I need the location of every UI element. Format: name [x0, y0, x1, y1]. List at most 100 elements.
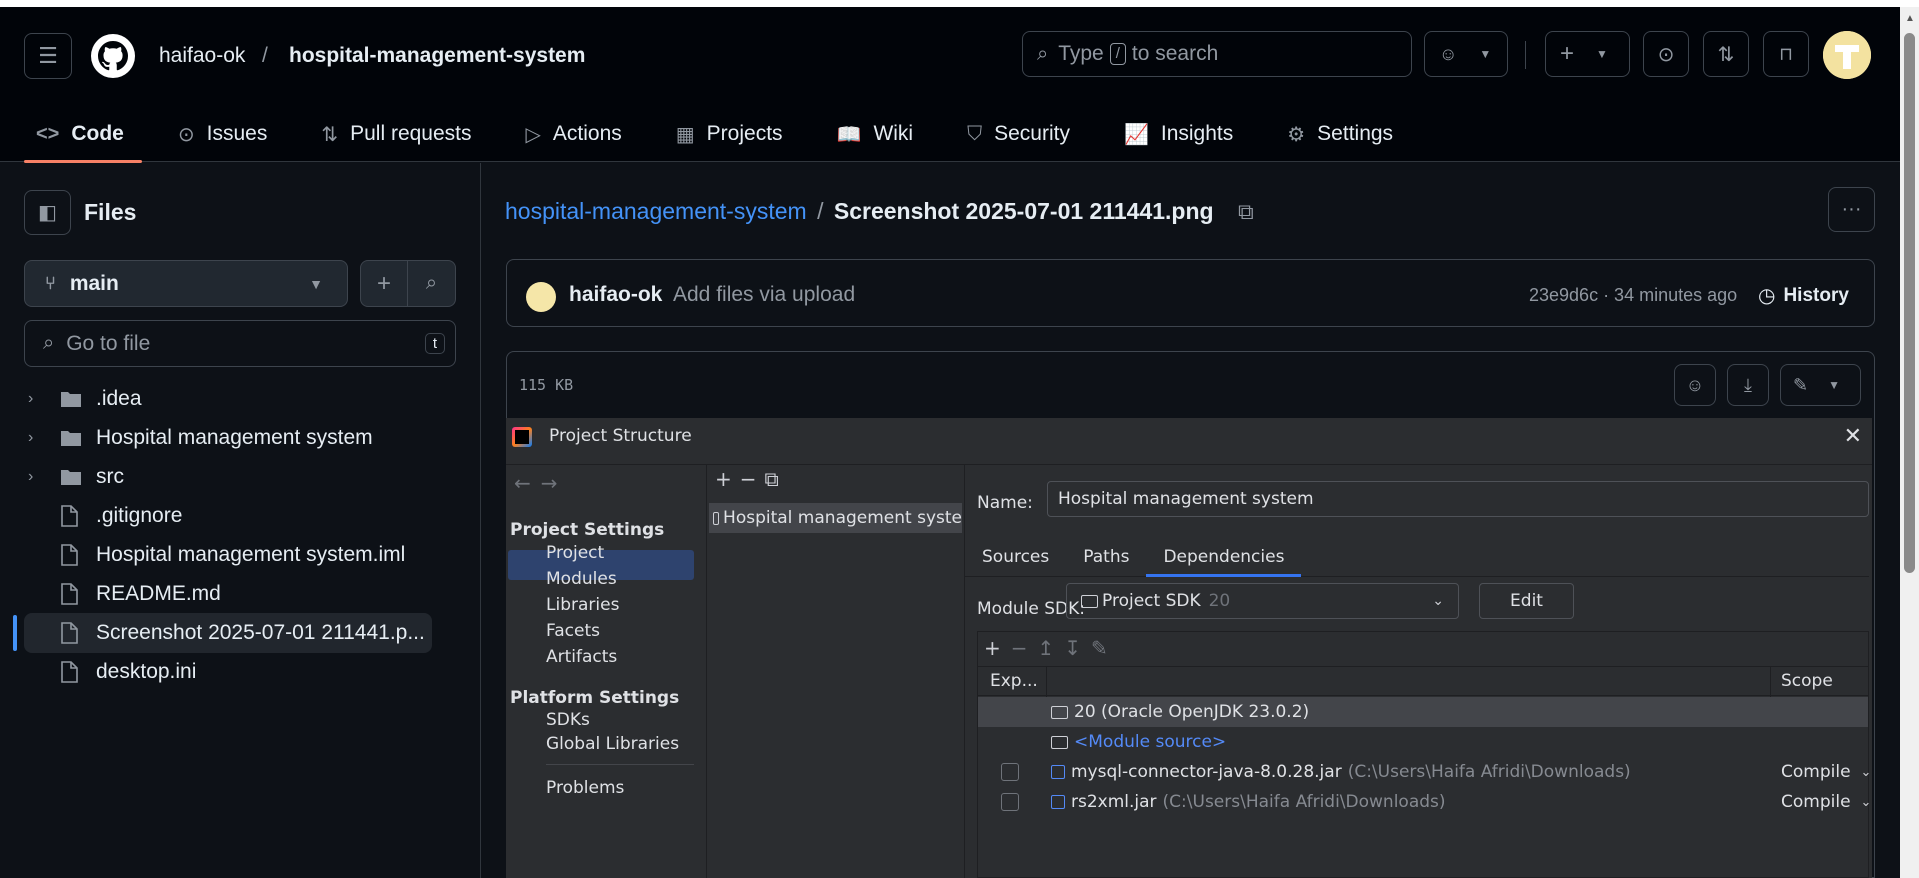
collapse-sidebar-button[interactable]: ◧ [24, 190, 71, 235]
more-options-button[interactable]: ··· [1828, 187, 1875, 232]
chevron-down-icon: ⌄ [1860, 764, 1872, 780]
file-icon [60, 661, 96, 683]
github-logo[interactable] [91, 34, 135, 78]
ij-nav-item: Global Libraries [546, 734, 680, 754]
add-file-button[interactable]: + [360, 260, 408, 307]
tree-item[interactable]: Screenshot 2025-07-01 211441.p... [24, 613, 432, 653]
download-button[interactable]: ⤓ [1727, 364, 1769, 406]
ij-column-separator [1046, 667, 1047, 697]
search-input[interactable]: ⌕ Type / to search [1022, 31, 1412, 77]
tree-item[interactable]: README.md [24, 574, 432, 614]
repo-nav: <> Code ⊙ Issues ⇅ Pull requests ▷ Actions ▦ Proj… [0, 105, 1411, 163]
ij-settings-nav: ←→ Project Settings Project Modules Librar… [506, 465, 706, 878]
commit-meta[interactable]: 23e9d6c · 34 minutes ago [1529, 285, 1737, 306]
tree-item[interactable]: › .idea [24, 379, 432, 419]
ij-dependency-name: 20 (Oracle OpenJDK 23.0.2) [1074, 702, 1310, 722]
search-prefix: Type [1058, 42, 1104, 65]
chevron-right-icon: › [28, 468, 34, 485]
ij-deps-toolbar-icons: +−↥↧✎ [984, 636, 1118, 660]
sidebar-collapse-icon: ◧ [38, 202, 57, 224]
tab-label: Projects [706, 122, 783, 145]
tree-item-name: desktop.ini [96, 660, 197, 683]
tab-projects[interactable]: ▦ Projects [640, 105, 801, 163]
repo-name-link[interactable]: hospital-management-system [289, 44, 585, 68]
tree-item[interactable]: › src [24, 457, 432, 497]
ij-name-field: Hospital management system [1047, 481, 1869, 517]
commit-message[interactable]: Add files via upload [673, 283, 855, 307]
search-icon: ⌕ [1037, 42, 1049, 65]
ij-table-header: Exp... Scope [978, 666, 1868, 697]
tab-insights[interactable]: 📈 Insights [1088, 105, 1251, 163]
tab-label: Issues [206, 122, 268, 145]
ij-export-checkbox [1001, 763, 1019, 781]
ij-module-item: Hospital management syste [709, 503, 962, 533]
tree-item[interactable]: Hospital management system.iml [24, 535, 432, 575]
copy-path-icon[interactable]: ⧉ [1238, 199, 1254, 224]
chevron-right-icon: › [28, 390, 34, 407]
issue-icon: ⊙ [177, 123, 195, 146]
file-icon [60, 544, 96, 566]
tab-settings[interactable]: ⚙ Settings [1251, 105, 1411, 163]
tab-security[interactable]: ⛉ Security [931, 105, 1088, 163]
commit-author-avatar[interactable] [526, 282, 556, 312]
chevron-right-icon: › [28, 429, 34, 446]
ij-title-bar: Project Structure ✕ [506, 418, 1872, 465]
ij-problems-item: Problems [546, 778, 625, 798]
ij-module-detail: Name: Hospital management system Sources… [964, 465, 1872, 878]
branch-selector[interactable]: ⑂ main ▼ [24, 260, 348, 307]
tab-issues[interactable]: ⊙ Issues [142, 105, 285, 163]
ij-scope-select: Compile ⌄ [1781, 792, 1871, 812]
avatar[interactable] [1823, 31, 1871, 79]
file-icon [60, 622, 96, 644]
selected-indicator [13, 615, 17, 651]
tab-actions[interactable]: ▷ Actions [490, 105, 640, 163]
repo-separator: / [262, 44, 268, 67]
tree-item[interactable]: › Hospital management system [24, 418, 432, 458]
history-button[interactable]: ◷ History [1758, 283, 1849, 308]
gear-icon: ⚙ [1287, 123, 1306, 146]
breadcrumb: hospital-management-system / Screenshot … [505, 198, 1254, 225]
ij-tab: Dependencies [1146, 541, 1302, 577]
tree-item[interactable]: .gitignore [24, 496, 432, 536]
tree-item-name: src [96, 465, 124, 488]
pull-requests-button[interactable]: ⇅ [1703, 31, 1749, 77]
create-new-button[interactable]: + ▼ [1545, 31, 1630, 77]
scroll-up-icon[interactable]: ▲ [1905, 13, 1915, 24]
latest-commit-bar: haifao-ok Add files via upload 23e9d6c ·… [506, 259, 1875, 327]
breadcrumb-repo-link[interactable]: hospital-management-system [505, 198, 807, 224]
search-files-button[interactable]: ⌕ [407, 260, 456, 307]
ij-column-separator [1770, 667, 1771, 697]
repo-owner-link[interactable]: haifao-ok [159, 44, 245, 68]
issues-button[interactable]: ⊙ [1643, 31, 1689, 77]
commit-author[interactable]: haifao-ok [569, 283, 662, 307]
menu-button[interactable]: ☰ [24, 33, 72, 79]
folder-icon [1051, 705, 1068, 719]
ij-module-toolbar-icons: +−⧉ [715, 467, 787, 491]
edit-file-button[interactable]: ✎ ▼ [1780, 364, 1861, 406]
inbox-button[interactable]: ⊓ [1763, 31, 1809, 77]
shortcut-key-badge: t [424, 333, 445, 354]
tab-wiki[interactable]: 📖 Wiki [801, 105, 932, 163]
tree-item[interactable]: desktop.ini [24, 652, 432, 692]
ij-dependencies-table: +−↥↧✎ Exp... Scope 20 (Oracle OpenJDK 23… [977, 631, 1872, 878]
ij-divider [546, 764, 694, 765]
page-scrollbar[interactable]: ▲ [1900, 7, 1919, 878]
go-to-file-input[interactable]: ⌕ Go to file t [24, 320, 456, 367]
repo-header: ☰ haifao-ok / hospital-management-system… [0, 7, 1900, 163]
plus-icon: + [1560, 40, 1575, 67]
copilot-button[interactable]: ☺ ▼ [1424, 31, 1508, 77]
ij-dependency-path: (C:\Users\Haifa Afridi\Downloads) [1162, 792, 1446, 812]
tree-item-name: Screenshot 2025-07-01 211441.p... [96, 621, 425, 644]
tab-code[interactable]: <> Code [0, 105, 142, 163]
ij-sdk-value: Project SDK [1102, 591, 1201, 611]
scrollbar-thumb[interactable] [1904, 33, 1915, 573]
copilot-ask-button[interactable]: ☺ [1674, 364, 1716, 406]
ij-nav-item: Modules [546, 569, 617, 589]
ij-platform-settings-heading: Platform Settings [510, 688, 680, 708]
tab-pull-requests[interactable]: ⇅ Pull requests [285, 105, 489, 163]
tree-item-name: .gitignore [96, 504, 183, 527]
file-icon [60, 505, 96, 527]
ij-scope-value: Compile [1781, 762, 1851, 782]
inbox-icon: ⊓ [1778, 43, 1794, 64]
files-panel: ◧ Files ⑂ main ▼ + ⌕ ⌕ Go to file t › .id… [0, 163, 481, 878]
